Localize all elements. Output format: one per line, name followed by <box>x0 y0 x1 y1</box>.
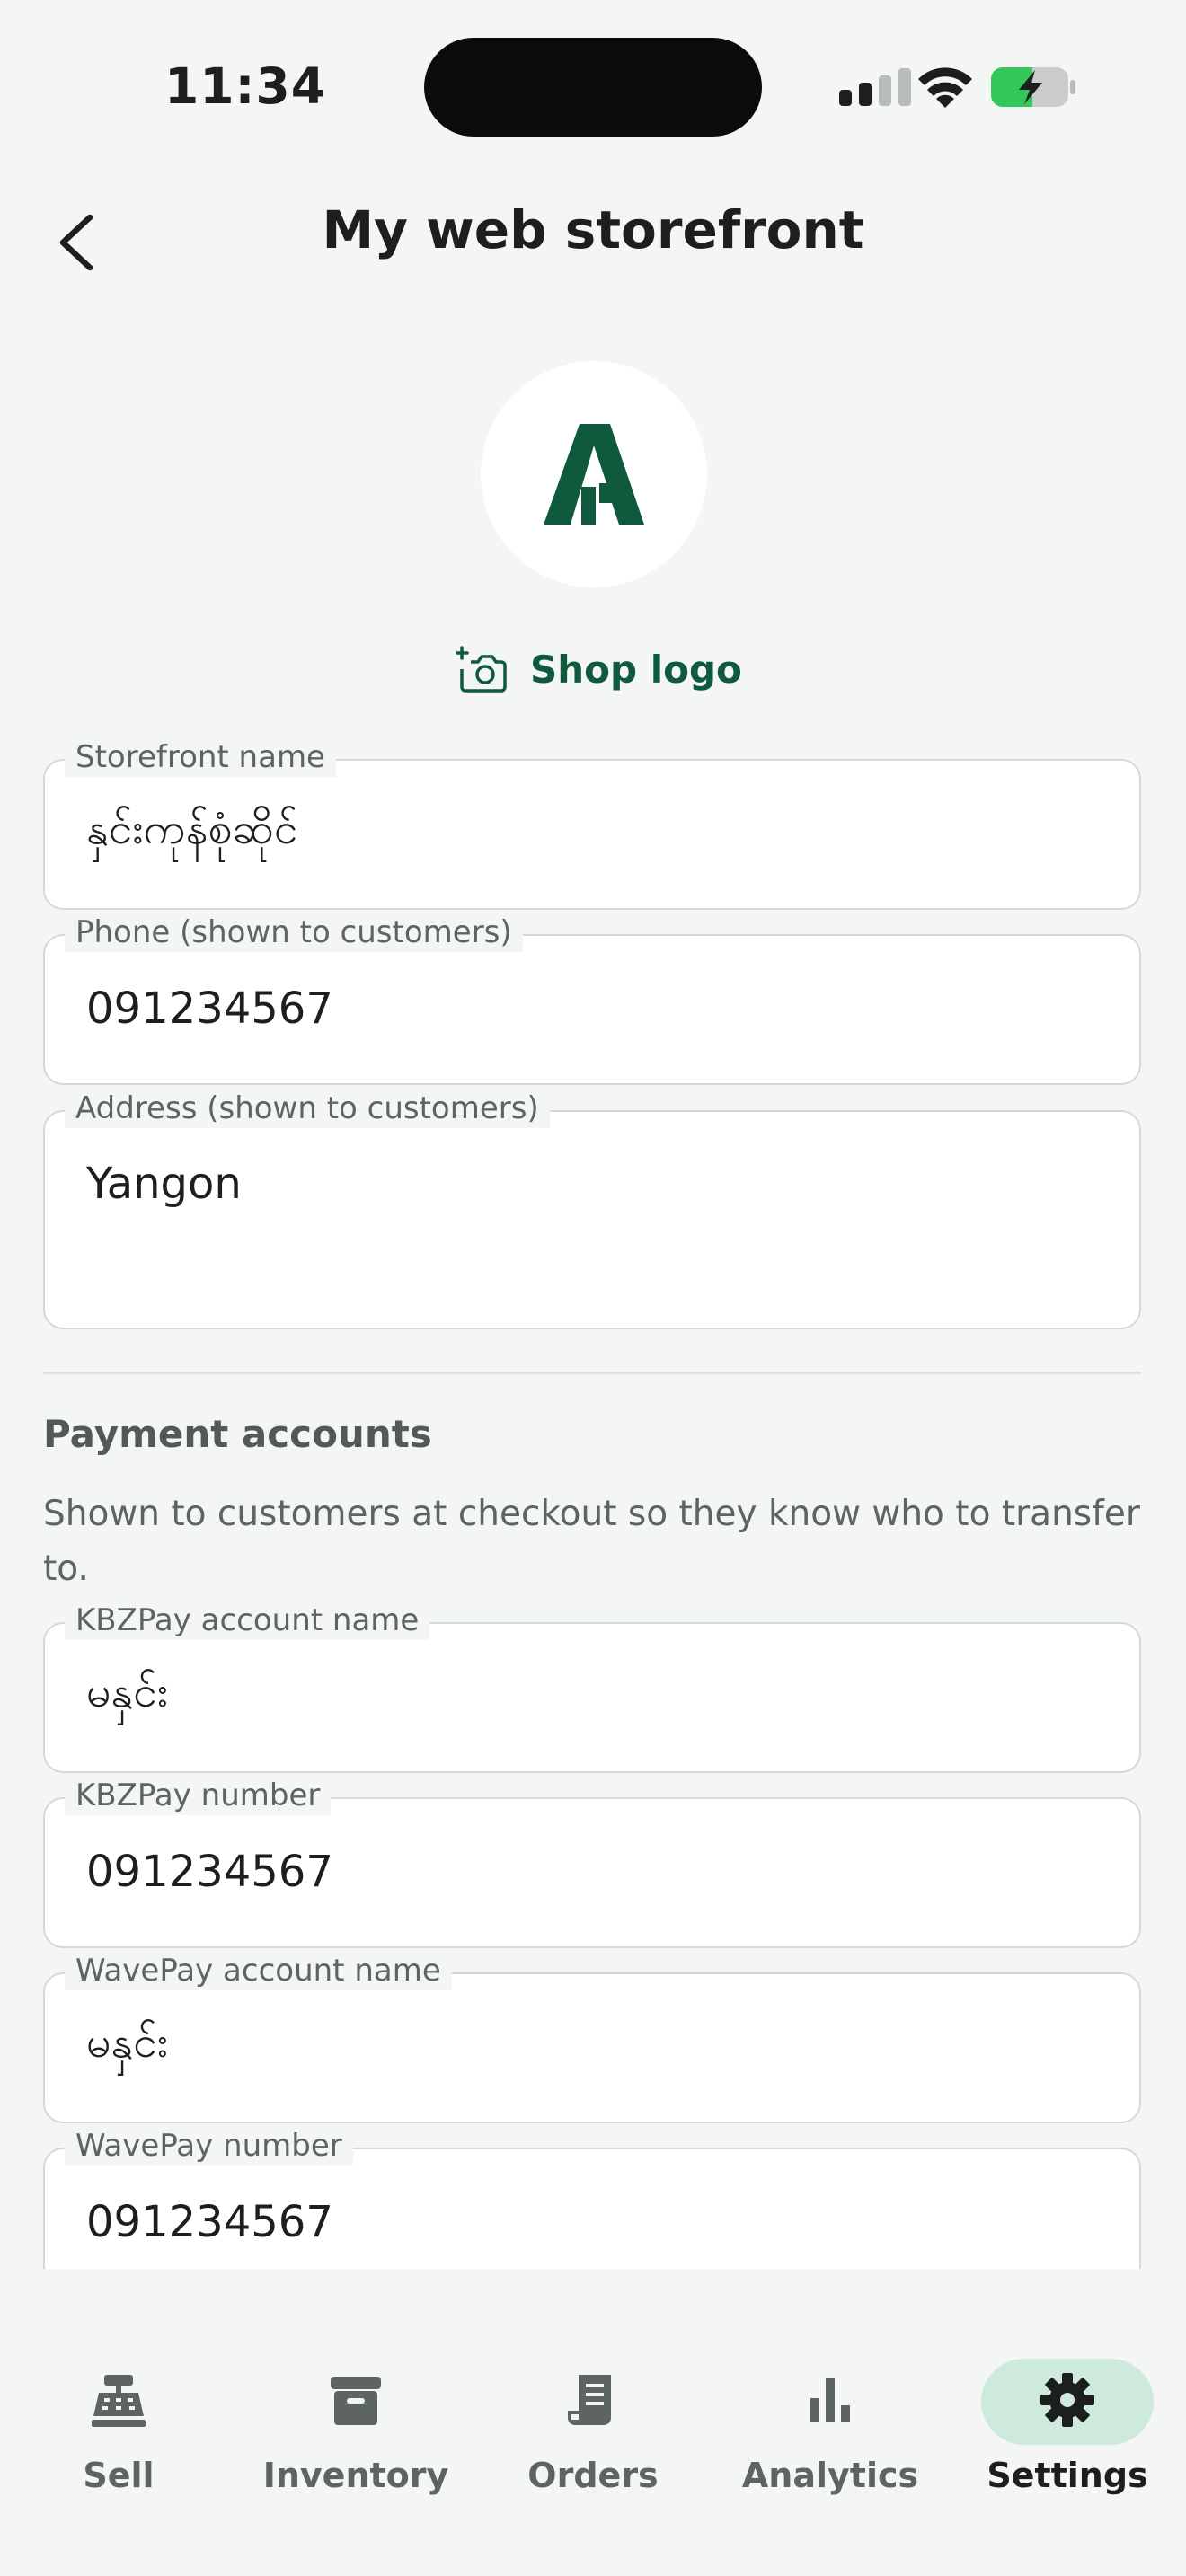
nav-label-orders: Orders <box>527 2456 659 2495</box>
status-time: 11:34 <box>164 57 327 115</box>
payment-accounts-title: Payment accounts <box>43 1412 432 1456</box>
dynamic-island <box>424 38 762 137</box>
wifi-icon <box>918 67 972 108</box>
archive-box-icon <box>331 2377 381 2425</box>
gear-icon <box>1040 2373 1094 2427</box>
shop-logo-label: Shop logo <box>530 647 742 692</box>
page-title: My web storefront <box>322 199 864 260</box>
shop-logo-image[interactable] <box>481 361 707 587</box>
section-divider <box>43 1372 1141 1374</box>
address-field[interactable]: Address (shown to customers) Yangon <box>43 1089 1141 1329</box>
add-photo-icon <box>456 646 507 693</box>
cash-register-icon <box>92 2375 146 2427</box>
nav-label-settings: Settings <box>987 2456 1148 2495</box>
kbzpay-number-field[interactable]: KBZPay number 091234567 <box>43 1776 1141 1948</box>
shop-logo-letter-icon <box>544 424 644 525</box>
phone-value[interactable]: 091234567 <box>86 936 333 1081</box>
battery-charging-icon <box>991 67 1075 107</box>
kbzpay-number-value[interactable]: 091234567 <box>86 1799 333 1945</box>
kbzpay-account-name-value[interactable]: မနှင်း <box>86 1624 168 1769</box>
wavepay-account-name-field[interactable]: WavePay account name မနှင်း <box>43 1951 1141 2123</box>
wavepay-account-name-value[interactable]: မနှင်း <box>86 1974 168 2120</box>
kbzpay-account-name-field[interactable]: KBZPay account name မနှင်း <box>43 1601 1141 1773</box>
bar-chart-icon <box>810 2378 850 2422</box>
storefront-name-value[interactable]: နှင်းကုန်စုံဆိုင် <box>86 761 297 906</box>
storefront-name-field[interactable]: Storefront name နှင်းကုန်စုံဆိုင် <box>43 737 1141 910</box>
cellular-signal-icon <box>839 68 911 106</box>
nav-label-analytics: Analytics <box>741 2456 919 2495</box>
payment-accounts-description: Shown to customers at checkout so they k… <box>43 1494 1140 1589</box>
address-value[interactable]: Yangon <box>86 1112 242 1256</box>
receipt-icon <box>568 2375 611 2425</box>
shop-logo-button[interactable]: Shop logo <box>456 638 742 701</box>
bottom-navigation: Sell Inventory Orders Analytics Settings <box>0 2269 1186 2576</box>
nav-label-inventory: Inventory <box>262 2456 449 2495</box>
phone-field[interactable]: Phone (shown to customers) 091234567 <box>43 913 1141 1085</box>
nav-label-sell: Sell <box>83 2456 155 2495</box>
